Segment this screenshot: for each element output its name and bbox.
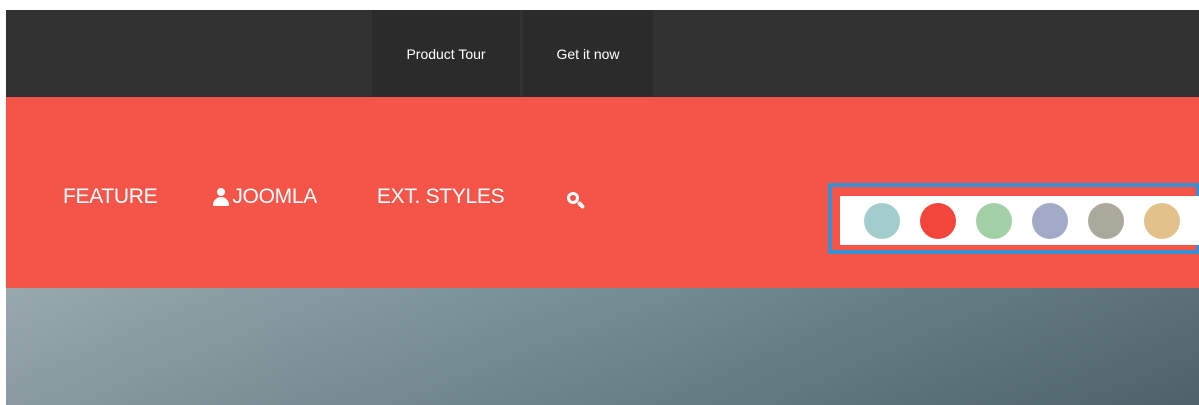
menu-item-label: JOOMLA	[232, 185, 317, 208]
swatch-teal[interactable]	[864, 202, 900, 239]
swatch-green[interactable]	[976, 202, 1012, 239]
page-frame: Product Tour Get it now FEATURE JOOMLA E…	[6, 10, 1199, 405]
menu-item-ext-styles[interactable]: EXT. STYLES	[376, 185, 505, 209]
menu-item-joomla[interactable]: JOOMLA	[212, 185, 317, 209]
search-button[interactable]	[566, 183, 586, 211]
menu-item-feature[interactable]: FEATURE	[63, 185, 158, 209]
style-switcher	[840, 196, 1199, 245]
swatch-red[interactable]	[920, 202, 956, 239]
search-icon	[566, 191, 586, 211]
main-nav: FEATURE JOOMLA EXT. STYLES	[63, 183, 586, 211]
top-bar: Product Tour Get it now	[6, 10, 1199, 97]
swatch-blue-grey[interactable]	[1032, 202, 1068, 239]
menu-item-label: EXT. STYLES	[376, 185, 505, 208]
swatch-sand[interactable]	[1144, 202, 1180, 239]
top-nav: Product Tour Get it now	[372, 10, 653, 97]
main-menu-bar: FEATURE JOOMLA EXT. STYLES	[6, 97, 1199, 288]
user-icon	[212, 188, 230, 206]
menu-item-label: FEATURE	[63, 185, 158, 208]
style-switcher-highlight	[828, 183, 1199, 254]
get-it-now-link[interactable]: Get it now	[523, 10, 653, 97]
hero-image	[6, 288, 1199, 405]
swatch-grey[interactable]	[1088, 202, 1124, 239]
product-tour-link[interactable]: Product Tour	[372, 10, 520, 97]
